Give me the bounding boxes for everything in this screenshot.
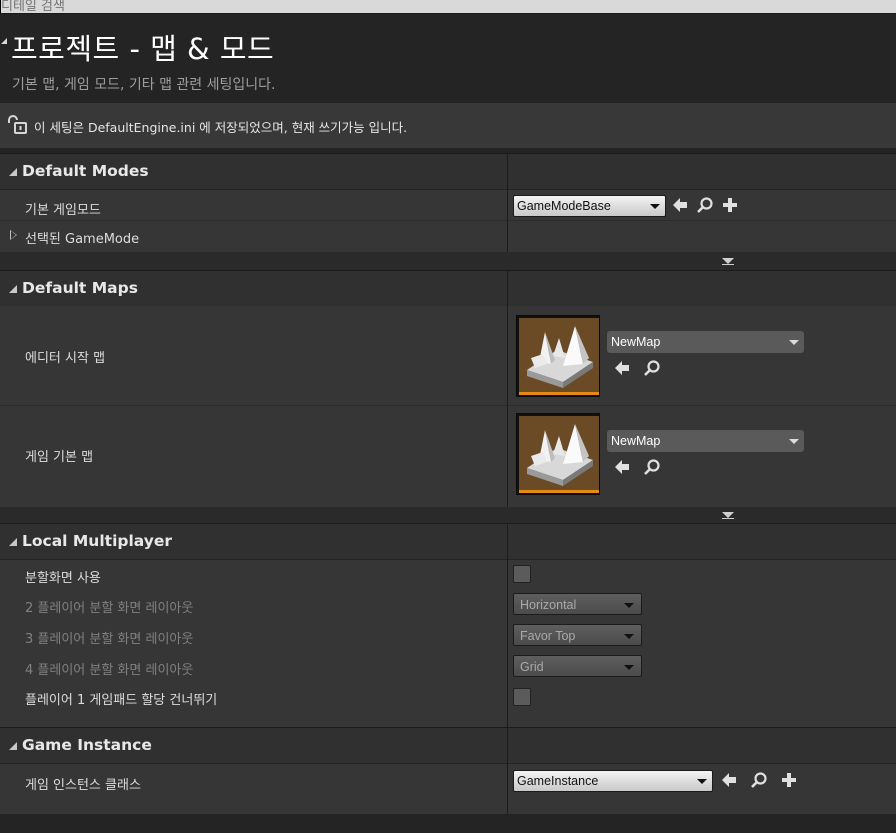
default-maps-rows: 에디터 시작 맵 NewMap 게임 기본 맵 NewMap (0, 306, 896, 507)
three-player-layout-combo[interactable]: Favor Top (513, 624, 642, 646)
use-splitscreen-label: 분할화면 사용 (25, 571, 101, 586)
add-plus-icon[interactable] (780, 771, 798, 789)
section-title: Game Instance (22, 736, 152, 754)
skip-gamepad-label: 플레이어 1 게임패드 할당 건너뛰기 (25, 693, 218, 708)
combo-value: Favor Top (520, 629, 576, 643)
advanced-expander[interactable] (0, 252, 896, 270)
details-search-bar[interactable] (0, 0, 896, 15)
page-description: 기본 맵, 게임 모드, 기타 맵 관련 세팅입니다. (12, 77, 276, 93)
game-default-map-combo[interactable]: NewMap (607, 430, 804, 452)
combo-value: Horizontal (520, 598, 577, 612)
browse-magnifier-icon[interactable] (643, 458, 661, 476)
dropdown-arrow-icon (697, 779, 707, 784)
section-title: Default Maps (22, 279, 138, 297)
column-divider[interactable] (507, 523, 508, 727)
section-header-local-multiplayer[interactable]: Local Multiplayer (0, 523, 896, 559)
three-player-layout-label: 3 플레이어 분할 화면 레이아웃 (25, 632, 194, 647)
collapse-arrow-icon[interactable] (1, 38, 7, 44)
expand-triangle-inner (11, 231, 16, 239)
collapse-triangle-icon[interactable] (9, 168, 17, 176)
dropdown-arrow-icon (624, 603, 634, 608)
page-title: 프로젝트 - 맵 & 모드 (11, 32, 275, 66)
combo-value: Grid (520, 660, 544, 674)
page-title-row: 프로젝트 - 맵 & 모드 (0, 24, 896, 68)
two-player-layout-combo[interactable]: Horizontal (513, 593, 642, 615)
dropdown-arrow-icon (789, 439, 799, 444)
section-header-game-instance[interactable]: Game Instance (0, 727, 896, 763)
default-gamemode-combo[interactable]: GameModeBase (513, 195, 666, 217)
details-search-input[interactable] (0, 0, 896, 15)
section-title: Local Multiplayer (22, 532, 173, 550)
asset-type-bar (519, 392, 599, 395)
dropdown-arrow-icon (624, 665, 634, 670)
dropdown-arrow-icon (624, 634, 634, 639)
column-divider[interactable] (507, 270, 508, 507)
use-splitscreen-checkbox[interactable] (513, 565, 531, 583)
column-divider[interactable] (507, 727, 508, 814)
combo-value: NewMap (611, 335, 661, 349)
dropdown-arrow-icon (650, 204, 660, 209)
game-instance-rows: 게임 인스턴스 클래스 GameInstance (0, 764, 896, 814)
game-instance-class-combo[interactable]: GameInstance (513, 770, 713, 792)
section-header-default-maps[interactable]: Default Maps (0, 270, 896, 306)
collapse-triangle-icon[interactable] (9, 742, 17, 750)
unlocked-padlock-icon (6, 115, 28, 135)
row-divider (0, 405, 896, 406)
four-player-layout-label: 4 플레이어 분할 화면 레이아웃 (25, 663, 194, 678)
local-multiplayer-rows: 분할화면 사용 2 플레이어 분할 화면 레이아웃 Horizontal 3 플… (0, 560, 896, 727)
game-instance-class-label: 게임 인스턴스 클래스 (25, 778, 141, 793)
map-thumbnail[interactable] (516, 413, 600, 495)
combo-value: GameModeBase (517, 199, 611, 213)
add-plus-icon[interactable] (721, 196, 739, 214)
combo-value: NewMap (611, 434, 661, 448)
two-player-layout-label: 2 플레이어 분할 화면 레이아웃 (25, 601, 194, 616)
editor-startup-map-label: 에디터 시작 맵 (25, 351, 106, 366)
advanced-expander[interactable] (0, 507, 896, 524)
row-divider (0, 220, 896, 221)
use-selected-arrow-icon[interactable] (613, 359, 631, 377)
column-divider[interactable] (507, 153, 508, 253)
map-thumbnail[interactable] (516, 315, 600, 397)
browse-magnifier-icon[interactable] (696, 196, 714, 214)
browse-magnifier-icon[interactable] (750, 771, 768, 789)
chevron-underline (722, 518, 734, 519)
collapse-triangle-icon[interactable] (9, 538, 17, 546)
config-notice-bar: 이 세팅은 DefaultEngine.ini 에 저장되었으며, 현재 쓰기가… (0, 103, 896, 148)
use-selected-arrow-icon[interactable] (613, 458, 631, 476)
map-asset-icon (519, 416, 599, 491)
use-selected-arrow-icon[interactable] (720, 771, 738, 789)
four-player-layout-combo[interactable]: Grid (513, 655, 642, 677)
default-modes-rows: 기본 게임모드 GameModeBase 선택된 GameMode (0, 190, 896, 252)
collapse-triangle-icon[interactable] (9, 285, 17, 293)
chevron-underline (722, 264, 734, 265)
browse-magnifier-icon[interactable] (643, 359, 661, 377)
game-default-map-label: 게임 기본 맵 (25, 450, 94, 465)
selected-gamemode-label: 선택된 GameMode (25, 232, 140, 247)
dropdown-arrow-icon (789, 340, 799, 345)
combo-value: GameInstance (517, 774, 599, 788)
map-asset-icon (519, 318, 599, 393)
section-header-default-modes[interactable]: Default Modes (0, 153, 896, 189)
text-caret (0, 0, 1, 13)
use-selected-arrow-icon[interactable] (671, 196, 689, 214)
default-gamemode-label: 기본 게임모드 (25, 203, 101, 218)
asset-type-bar (519, 490, 599, 493)
skip-gamepad-checkbox[interactable] (513, 688, 531, 706)
section-title: Default Modes (22, 162, 149, 180)
config-notice-text: 이 세팅은 DefaultEngine.ini 에 저장되었으며, 현재 쓰기가… (34, 120, 408, 135)
editor-startup-map-combo[interactable]: NewMap (607, 331, 804, 353)
